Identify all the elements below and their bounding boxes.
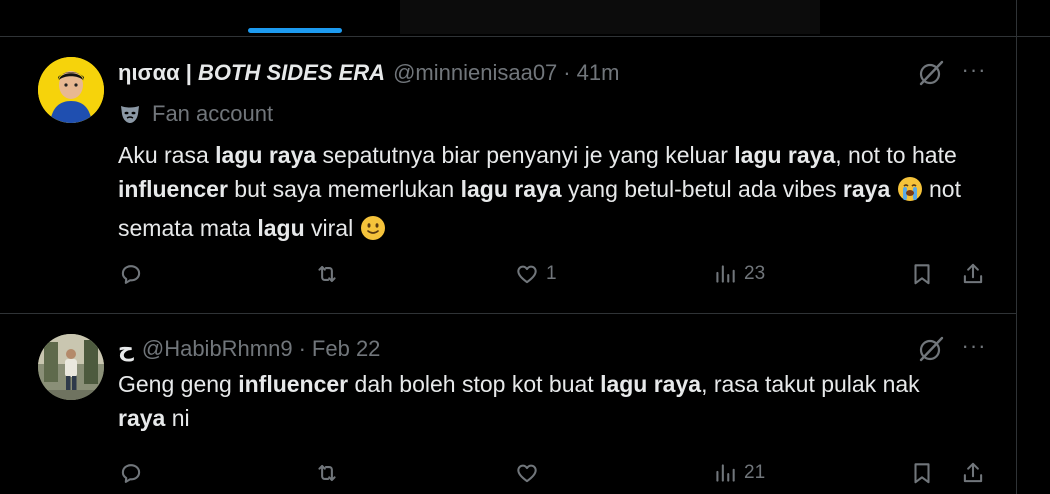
repost-button[interactable] bbox=[314, 456, 346, 490]
loudly-crying-face-emoji bbox=[897, 176, 923, 211]
separator-dot: · bbox=[298, 336, 306, 361]
reply-button[interactable] bbox=[118, 456, 150, 490]
display-name[interactable]: ηισαα | BOTH SIDES ERA bbox=[118, 60, 385, 86]
bold-text: lagu raya bbox=[460, 176, 562, 202]
comment-icon bbox=[121, 265, 141, 284]
tab-hover-highlight[interactable] bbox=[400, 0, 820, 34]
view-count: 21 bbox=[744, 462, 766, 483]
more-icon[interactable]: ··· bbox=[958, 334, 990, 364]
like-count: 1 bbox=[546, 263, 557, 284]
repost-icon bbox=[318, 265, 336, 283]
timestamp[interactable]: Feb 22 bbox=[312, 336, 381, 362]
views-button[interactable]: 21 bbox=[712, 456, 765, 490]
like-button[interactable]: 1 bbox=[514, 257, 557, 291]
like-icon bbox=[517, 265, 537, 284]
bookmark-button[interactable] bbox=[909, 456, 935, 490]
tweet-header: ح @HabibRhmn9 · Feb 22 bbox=[118, 334, 976, 364]
repost-button[interactable] bbox=[314, 257, 346, 291]
more-icon[interactable]: ··· bbox=[958, 58, 990, 88]
share-button[interactable] bbox=[960, 257, 986, 291]
user-handle[interactable]: @HabibRhmn9 bbox=[142, 336, 293, 362]
tweet-actions: 1 23 bbox=[118, 257, 998, 291]
views-button[interactable]: 23 bbox=[712, 257, 765, 291]
view-count: 23 bbox=[744, 263, 766, 284]
bold-text: lagu raya bbox=[600, 371, 702, 397]
bold-text: lagu bbox=[257, 215, 305, 241]
account-label: Fan account bbox=[118, 99, 273, 129]
user-handle[interactable]: @minnienisaa07 bbox=[393, 60, 557, 86]
slightly-smiling-face-emoji bbox=[360, 215, 386, 250]
display-name[interactable]: ح bbox=[118, 336, 134, 362]
tweet-actions: 21 bbox=[118, 456, 998, 490]
grok-icon[interactable] bbox=[916, 58, 946, 88]
avatar[interactable] bbox=[38, 334, 104, 400]
bold-text: raya bbox=[842, 176, 891, 202]
mask-icon bbox=[121, 106, 139, 123]
bookmark-button[interactable] bbox=[909, 257, 935, 291]
tweet-text: Geng geng influencer dah boleh stop kot … bbox=[118, 371, 920, 431]
reply-button[interactable] bbox=[118, 257, 150, 291]
tweet-text: Aku rasa lagu raya sepatutnya biar penya… bbox=[118, 138, 968, 250]
separator-dot: · bbox=[563, 60, 571, 85]
bookmark-icon bbox=[914, 264, 930, 285]
active-tab-indicator bbox=[248, 28, 342, 33]
tweet-header: ηισαα | BOTH SIDES ERA @minnienisaa07 · … bbox=[118, 58, 976, 88]
column-divider bbox=[1016, 0, 1017, 494]
bold-text: influencer bbox=[118, 176, 228, 202]
avatar[interactable] bbox=[38, 57, 104, 123]
share-icon bbox=[963, 263, 983, 284]
views-icon bbox=[716, 464, 735, 482]
like-icon bbox=[517, 464, 537, 483]
views-icon bbox=[716, 265, 735, 283]
tweet[interactable]: ح @HabibRhmn9 · Feb 22 ··· Geng geng inf… bbox=[0, 314, 1016, 494]
bold-text: raya bbox=[118, 405, 166, 431]
bold-text: lagu raya bbox=[734, 142, 836, 168]
repost-icon bbox=[318, 464, 336, 482]
bold-text: lagu raya bbox=[215, 142, 317, 168]
grok-icon[interactable] bbox=[916, 334, 946, 364]
like-button[interactable] bbox=[514, 456, 546, 490]
share-icon bbox=[963, 462, 983, 483]
bookmark-icon bbox=[914, 463, 930, 484]
bold-text: influencer bbox=[238, 371, 349, 397]
timestamp[interactable]: 41m bbox=[577, 60, 620, 86]
tab-bar bbox=[0, 0, 1050, 37]
comment-icon bbox=[121, 464, 141, 483]
account-label-text: Fan account bbox=[152, 101, 274, 126]
share-button[interactable] bbox=[960, 456, 986, 490]
tweet[interactable]: ηισαα | BOTH SIDES ERA @minnienisaa07 · … bbox=[0, 37, 1016, 314]
